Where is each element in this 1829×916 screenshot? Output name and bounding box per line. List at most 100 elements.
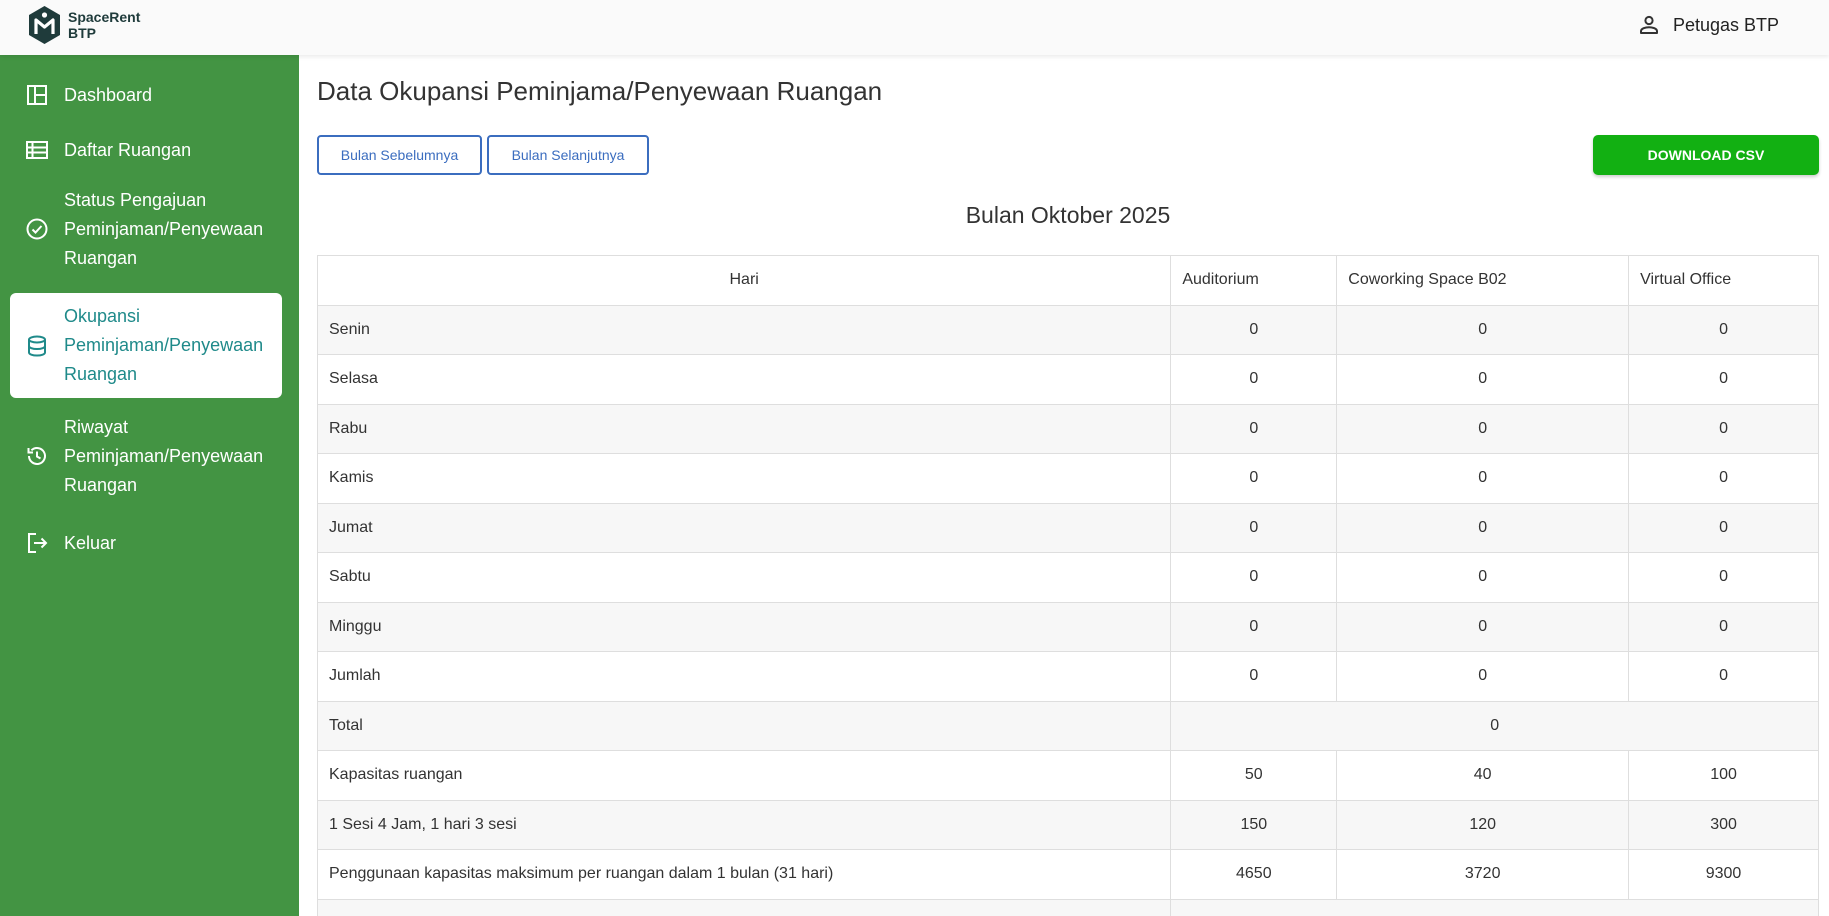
- table-row: Minggu 0 0 0: [316, 601, 1819, 652]
- sidebar-item-status-pengajuan[interactable]: Status Pengajuan Peminjaman/Penyewaan Ru…: [10, 184, 282, 274]
- label-line: Okupansi: [64, 306, 141, 326]
- app-logo-text: SpaceRent BTP: [68, 9, 140, 41]
- row-label: Kapasitas ruangan: [316, 750, 1172, 801]
- cell-value: 0: [1336, 502, 1630, 553]
- cell-value: 0: [1628, 601, 1819, 652]
- cell-value: 0: [1336, 304, 1630, 355]
- table-row: Kamis 0 0 0: [316, 453, 1819, 504]
- cell-value: 0: [1336, 403, 1630, 454]
- cell-value: 0: [1336, 552, 1630, 603]
- sidebar-item-label: Dashboard: [64, 84, 153, 105]
- header-coworking-space: Coworking Space B02: [1336, 255, 1630, 306]
- history-icon: [10, 444, 64, 468]
- cell-value: 0: [1628, 651, 1819, 702]
- sidebar-item-label: Daftar Ruangan: [64, 139, 192, 160]
- cell-value: 0: [1336, 453, 1630, 504]
- dashboard-icon: [10, 83, 64, 107]
- previous-month-button[interactable]: Bulan Sebelumnya: [317, 135, 482, 175]
- cell-value: 0: [1628, 354, 1819, 405]
- row-label: Penggunaan kapasitas maksimum per ruanga…: [316, 849, 1172, 900]
- row-label: Total: [316, 700, 1172, 751]
- cell-value: 300: [1628, 799, 1819, 850]
- table-row: Rabu 0 0 0: [316, 403, 1819, 454]
- label-line: Peminjaman/Penyewaan: [64, 445, 264, 466]
- table-row: Sabtu 0 0 0: [316, 552, 1819, 603]
- row-label: Rabu: [316, 403, 1172, 454]
- cell-value: 40: [1336, 750, 1630, 801]
- total-row: Total 0: [316, 700, 1819, 751]
- cell-value: 0: [1170, 354, 1338, 405]
- sidebar-item-label: Status Pengajuan Peminjaman/Penyewaan Ru…: [64, 186, 263, 273]
- sidebar: Dashboard Daftar Ruangan Status Pengajua…: [0, 55, 299, 916]
- logo-line1: SpaceRent: [68, 9, 141, 25]
- cell-value: 0: [1336, 601, 1630, 652]
- month-title: Bulan Oktober 2025: [965, 202, 1171, 228]
- label-line: Riwayat: [64, 416, 129, 437]
- download-csv-button[interactable]: DOWNLOAD CSV: [1593, 135, 1819, 175]
- cell-value: 0: [1170, 552, 1338, 603]
- row-label: Selasa: [316, 354, 1172, 405]
- cell-value: 0: [1170, 403, 1338, 454]
- total-value: 0: [1170, 700, 1819, 751]
- cell-value: 0: [1170, 502, 1338, 553]
- cell-value: 0: [1170, 601, 1338, 652]
- table-row: Penggunaan kapasitas maksimum per ruanga…: [316, 849, 1819, 900]
- cell-value: 0: [1628, 304, 1819, 355]
- cell-value: 50: [1170, 750, 1338, 801]
- sidebar-item-label: Okupansi Peminjaman/Penyewaan Ruangan: [64, 302, 263, 389]
- cell-value: 9300: [1628, 849, 1819, 900]
- table-row: Jumat 0 0 0: [316, 502, 1819, 553]
- next-month-button[interactable]: Bulan Selanjutnya: [487, 135, 649, 175]
- cell-value: 3720: [1336, 849, 1630, 900]
- sidebar-item-label: Keluar: [64, 532, 117, 553]
- occupancy-table: Hari Auditorium Coworking Space B02 Virt…: [316, 255, 1819, 916]
- cell-value: 150: [1170, 799, 1338, 850]
- user-icon: [1639, 15, 1658, 34]
- sidebar-item-keluar[interactable]: Keluar: [10, 523, 282, 563]
- cell-value: 0: [1336, 651, 1630, 702]
- cell-value: 0: [1628, 403, 1819, 454]
- table-row: Jumlah 0 0 0: [316, 651, 1819, 702]
- row-label: 1 Sesi 4 Jam, 1 hari 3 sesi: [316, 799, 1172, 850]
- label-line: Status Pengajuan: [64, 189, 207, 210]
- cell-value: 0: [1170, 453, 1338, 504]
- table-row: Selasa 0 0 0: [316, 354, 1819, 405]
- row-label: Jumlah: [316, 651, 1172, 702]
- cell-value: 4650: [1170, 849, 1338, 900]
- app-logo[interactable]: SpaceRent BTP: [27, 5, 140, 45]
- row-label: Senin: [316, 304, 1172, 355]
- top-bar: SpaceRent BTP Petugas BTP: [0, 0, 1829, 55]
- cell-value: 0: [1170, 651, 1338, 702]
- header-hari: Hari: [316, 255, 1172, 306]
- cell-value: 0: [1628, 453, 1819, 504]
- cell-value: 0: [1170, 304, 1338, 355]
- table-row: [316, 898, 1819, 916]
- label-line: Ruangan: [64, 474, 138, 495]
- sidebar-item-label: Riwayat Peminjaman/Penyewaan Ruangan: [64, 413, 263, 500]
- cell-value: 120: [1336, 799, 1630, 850]
- logout-icon: [10, 531, 64, 555]
- table-header-row: Hari Auditorium Coworking Space B02 Virt…: [316, 255, 1819, 306]
- label-line: Ruangan: [64, 247, 138, 268]
- header-auditorium: Auditorium: [1170, 255, 1338, 306]
- label-line: Peminjaman/Penyewaan: [64, 218, 264, 239]
- label-line: Peminjaman/Penyewaan: [64, 335, 264, 355]
- header-virtual-office: Virtual Office: [1628, 255, 1819, 306]
- table-row: Kapasitas ruangan 50 40 100: [316, 750, 1819, 801]
- row-label: Kamis: [316, 453, 1172, 504]
- sidebar-item-okupansi[interactable]: Okupansi Peminjaman/Penyewaan Ruangan: [10, 293, 282, 398]
- sidebar-item-dashboard[interactable]: Dashboard: [10, 75, 282, 115]
- cell-value: 0: [1336, 354, 1630, 405]
- sidebar-item-daftar-ruangan[interactable]: Daftar Ruangan: [10, 130, 282, 170]
- user-name: Petugas BTP: [1672, 14, 1779, 35]
- cell-value: 100: [1628, 750, 1819, 801]
- sidebar-item-riwayat[interactable]: Riwayat Peminjaman/Penyewaan Ruangan: [10, 411, 282, 501]
- label-line: Ruangan: [64, 364, 138, 384]
- logo-line2: BTP: [68, 25, 96, 41]
- database-icon: [10, 334, 64, 358]
- user-menu[interactable]: Petugas BTP: [1637, 13, 1779, 37]
- row-label: Sabtu: [316, 552, 1172, 603]
- row-label: Minggu: [316, 601, 1172, 652]
- spacerent-logo-icon: [29, 6, 60, 44]
- table-row: 1 Sesi 4 Jam, 1 hari 3 sesi 150 120 300: [316, 799, 1819, 850]
